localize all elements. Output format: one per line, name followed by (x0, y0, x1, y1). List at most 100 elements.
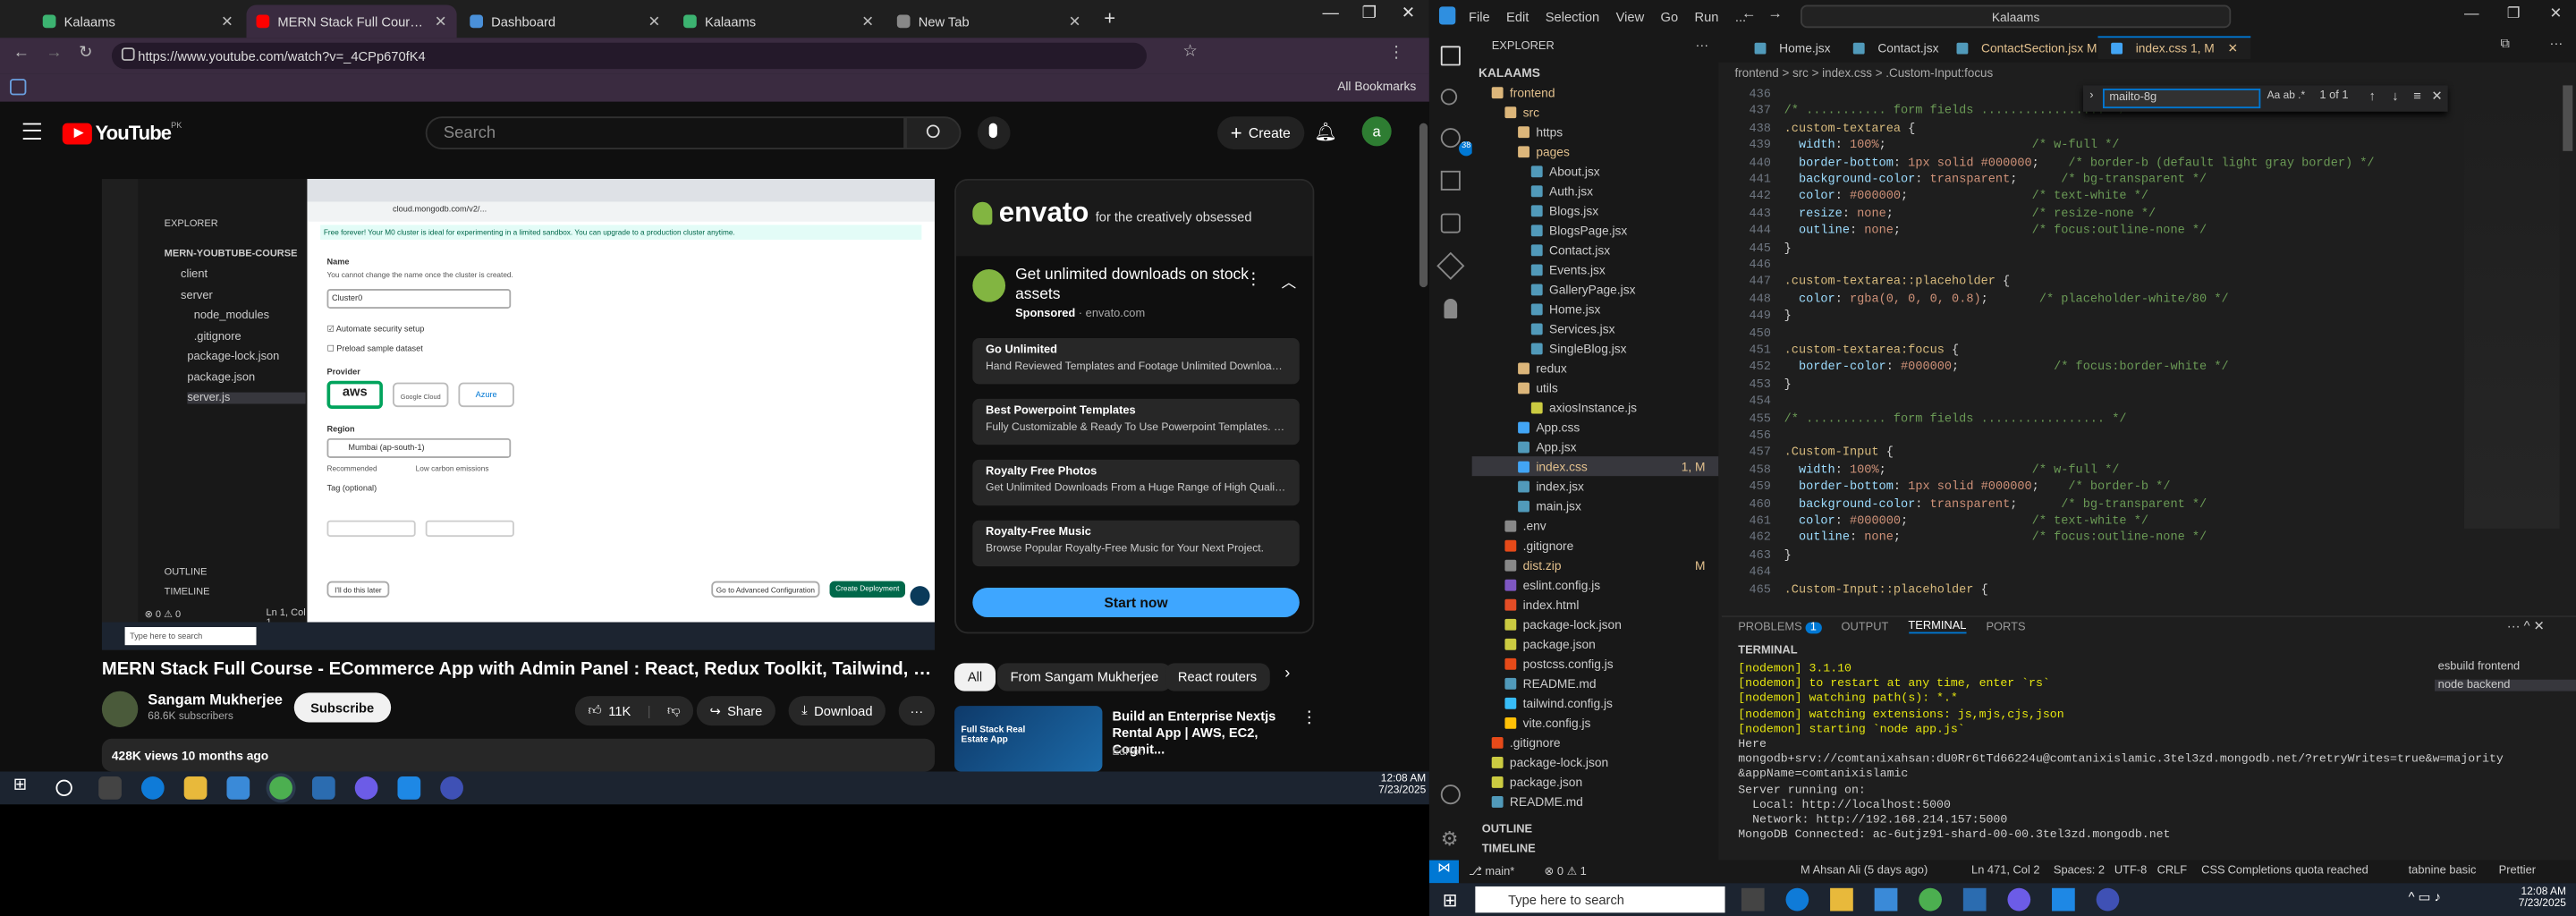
menu-selection[interactable]: Selection (1546, 9, 1599, 24)
tree-item[interactable]: index.jsx (1472, 476, 1719, 496)
panel-tab-output[interactable]: OUTPUT (1842, 622, 1889, 633)
hamburger-menu-icon[interactable] (22, 123, 41, 140)
ad-link-go-unlimited[interactable]: Go Unlimited Hand Reviewed Templates and … (972, 338, 1300, 385)
vscode-taskbar-icon[interactable] (2052, 887, 2075, 912)
find-input[interactable]: mailto-8g (2102, 89, 2261, 109)
tab-close-icon[interactable]: ✕ (221, 13, 233, 30)
tab-contactsection-jsx[interactable]: ContactSection.jsx M (1944, 36, 2110, 59)
ad-more-icon[interactable]: ⋮ (1245, 271, 1261, 289)
tree-item[interactable]: Events.jsx (1472, 259, 1719, 279)
tree-item[interactable]: dist.zip M (1472, 555, 1719, 574)
tab-close-icon[interactable]: ✕ (1069, 13, 1081, 30)
cursor-position[interactable]: Ln 471, Col 2 (1971, 865, 2040, 877)
minimap[interactable] (2464, 85, 2560, 529)
channel-avatar[interactable] (101, 691, 139, 727)
tab-contact-jsx[interactable]: Contact.jsx (1840, 36, 1952, 59)
ad-link-music[interactable]: Royalty-Free Music Browse Popular Royalty… (972, 520, 1300, 567)
start-now-button[interactable]: Start now (972, 587, 1300, 617)
ad-link-powerpoint[interactable]: Best Powerpoint Templates Fully Customiza… (972, 398, 1300, 445)
menu-file[interactable]: File (1469, 9, 1490, 24)
edge-icon[interactable] (140, 776, 165, 800)
prettier-status[interactable]: Prettier (2499, 865, 2536, 877)
tree-item[interactable]: redux (1472, 358, 1719, 377)
apps-icon[interactable] (10, 79, 27, 96)
chrome-icon[interactable] (269, 776, 292, 800)
tree-item[interactable]: Contact.jsx (1472, 240, 1719, 259)
language-mode[interactable]: CSS (2201, 865, 2224, 877)
run-debug-icon[interactable] (1440, 170, 1461, 191)
browser-tab-4[interactable]: Kalaams ✕ (674, 5, 884, 38)
bookmark-star-icon[interactable]: ☆ (1182, 43, 1197, 61)
timeline-section[interactable]: TIMELINE (1482, 844, 1536, 855)
share-button[interactable]: ↪ Share (696, 696, 776, 726)
all-bookmarks[interactable]: All Bookmarks (1337, 79, 1416, 94)
tree-item[interactable]: package.json (1472, 633, 1719, 653)
account-avatar[interactable]: a (1361, 116, 1392, 147)
nav-back-icon[interactable]: ← (1741, 5, 1757, 21)
chrome-menu-icon[interactable]: ⋮ (1388, 45, 1404, 63)
tree-item[interactable]: App.css (1472, 417, 1719, 437)
tab-index-css[interactable]: index.css 1, M ✕ (2097, 36, 2251, 60)
back-icon[interactable]: ← (13, 45, 30, 63)
store-icon[interactable] (1874, 887, 1898, 912)
tree-item[interactable]: https (1472, 122, 1719, 141)
forward-icon[interactable]: → (46, 45, 62, 63)
find-next-icon[interactable]: ↓ (2392, 89, 2398, 104)
recommended-more-icon[interactable]: ⋮ (1301, 709, 1318, 727)
tree-item[interactable]: About.jsx (1472, 161, 1719, 181)
zoom-icon[interactable] (440, 776, 463, 800)
panel-tab-ports[interactable]: PORTS (1986, 622, 2025, 633)
tree-item[interactable]: Auth.jsx (1472, 181, 1719, 200)
tree-item[interactable]: utils (1472, 377, 1719, 397)
tree-item[interactable]: Services.jsx (1472, 318, 1719, 338)
tree-item[interactable]: App.jsx (1472, 437, 1719, 456)
explorer-icon[interactable] (1440, 46, 1461, 66)
tree-item[interactable]: eslint.config.js (1472, 574, 1719, 594)
source-control-icon[interactable] (1440, 128, 1461, 148)
eol[interactable]: CRLF (2157, 865, 2188, 877)
voice-search-button[interactable] (977, 116, 1011, 149)
ad-link-photos[interactable]: Royalty Free Photos Get Unlimited Downloa… (972, 459, 1300, 506)
download-button[interactable]: ⤓ Download (788, 696, 886, 726)
tree-item[interactable]: KALAAMS (1472, 63, 1719, 82)
mongodb-leaf-icon[interactable] (1444, 298, 1458, 319)
minimize-icon[interactable]: — (1323, 5, 1339, 23)
tree-item[interactable]: BlogsPage.jsx (1472, 220, 1719, 240)
taskbar-search-icon[interactable] (55, 779, 72, 797)
tree-item[interactable]: tailwind.config.js (1472, 692, 1719, 712)
tree-item[interactable]: GalleryPage.jsx (1472, 279, 1719, 299)
channel-name[interactable]: Sangam Mukherjee (148, 691, 283, 708)
window-close-icon[interactable]: ✕ (2550, 5, 2563, 23)
tabnine-status[interactable]: tabnine basic (2409, 865, 2477, 877)
close-window-icon[interactable]: ✕ (1402, 5, 1415, 23)
tab-close-icon[interactable]: ✕ (435, 13, 447, 30)
branch-indicator[interactable]: ⎇ main* (1469, 865, 1514, 878)
edge-icon[interactable] (1785, 887, 1809, 912)
find-selection-icon[interactable]: ≡ (2413, 89, 2421, 104)
indentation[interactable]: Spaces: 2 (2054, 865, 2105, 877)
browser-tab-2[interactable]: MERN Stack Full Course - ECom✕ (246, 4, 457, 38)
split-editor-icon[interactable]: ⧉ (2500, 36, 2510, 52)
reload-icon[interactable]: ↻ (79, 45, 92, 63)
address-bar[interactable]: https://www.youtube.com/watch?v=_4CPp670… (111, 42, 1148, 70)
command-center[interactable]: Kalaams (1801, 4, 2232, 29)
terminal-esbuild[interactable]: esbuild frontend (2438, 662, 2521, 674)
breadcrumb[interactable]: frontend > src > index.css > .Custom-Inp… (1735, 65, 1994, 81)
windows-start-icon[interactable]: ⊞ (1443, 890, 1458, 911)
store-icon[interactable] (226, 776, 250, 800)
page-scrollbar[interactable] (1419, 123, 1428, 288)
remote-indicator-icon[interactable]: ⋈ (1428, 860, 1459, 884)
notifications-bell-icon[interactable]: 🔔︎ (1314, 122, 1337, 143)
tree-item[interactable]: package-lock.json (1472, 614, 1719, 633)
settings-gear-icon[interactable]: ⚙ (1441, 827, 1459, 851)
tree-item[interactable]: package.json (1472, 771, 1719, 791)
chip-from-channel[interactable]: From Sangam Mukherjee (996, 663, 1173, 691)
outline-section[interactable]: OUTLINE (1482, 824, 1532, 835)
ad-collapse-icon[interactable]: ︿ (1282, 271, 1297, 293)
search-icon[interactable] (1440, 89, 1458, 106)
chip-react-routers[interactable]: React routers (1165, 663, 1270, 691)
tree-item[interactable]: axiosInstance.js (1472, 397, 1719, 417)
task-view-icon[interactable] (1741, 887, 1765, 912)
more-actions-icon[interactable]: ··· (898, 696, 936, 726)
recommended-thumbnail[interactable]: Full Stack Real Estate App (954, 706, 1103, 772)
